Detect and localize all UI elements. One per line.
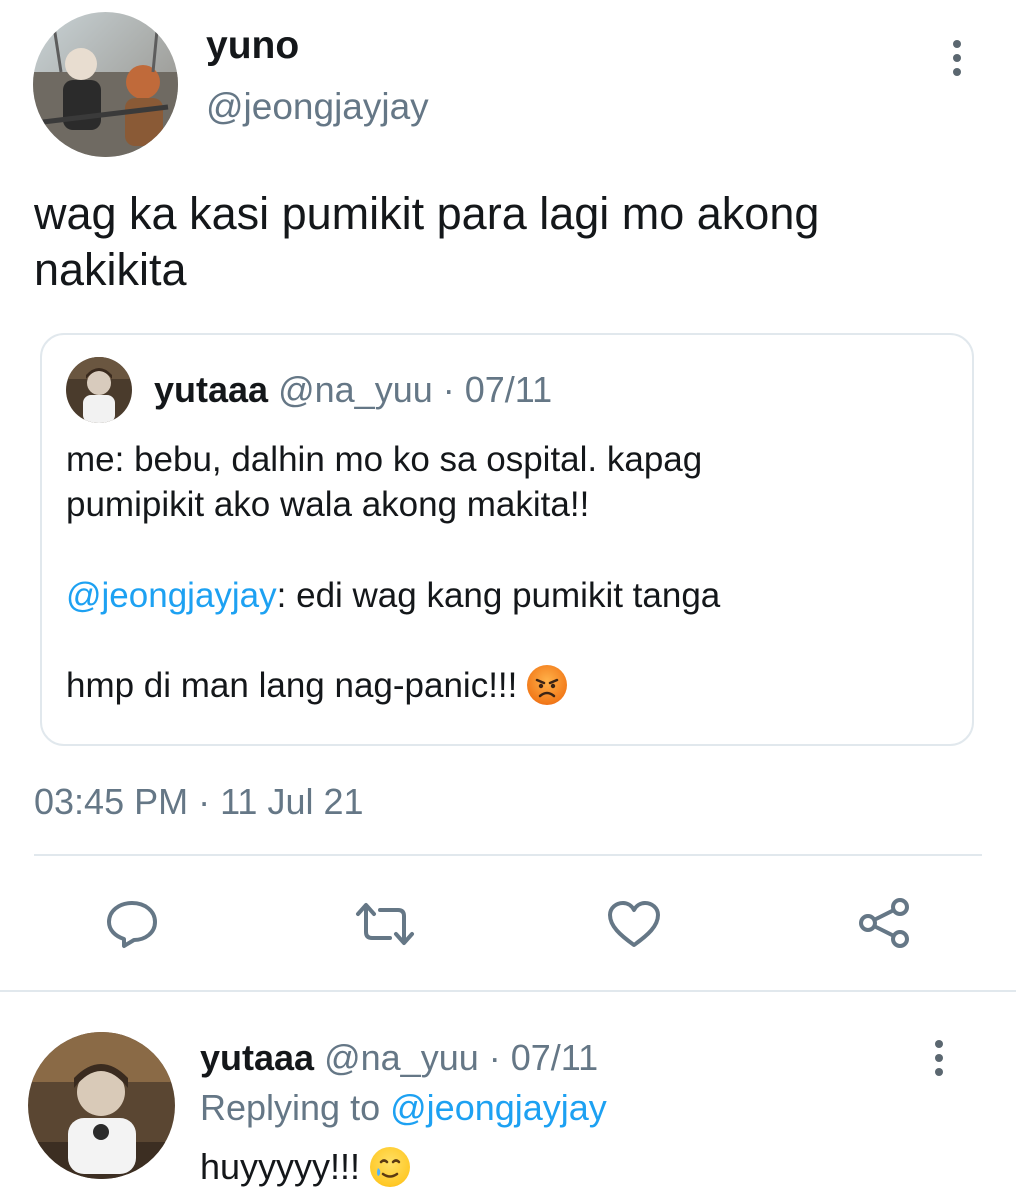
reply-header: yutaaa @na_yuu · 07/11 — [200, 1036, 598, 1080]
replying-to-label: Replying to — [200, 1087, 381, 1128]
sad-relieved-face-icon — [370, 1147, 411, 1187]
quoted-mention-link[interactable]: @jeongjayjay — [66, 576, 277, 615]
heart-icon[interactable] — [606, 899, 662, 949]
reply-date: · 07/11 — [488, 1037, 599, 1078]
quoted-mention-line: @jeongjayjay: edi wag kang pumikit tanga — [66, 573, 720, 618]
reply-text-line: huyyyyy!!! — [200, 1145, 411, 1189]
quoted-date: · 07/11 — [442, 369, 553, 410]
display-name[interactable]: yuno — [206, 24, 299, 68]
more-options-icon[interactable] — [947, 40, 967, 76]
share-icon[interactable] — [856, 896, 912, 950]
tweet-text: wag ka kasi pumikit para lagi mo akong n… — [34, 186, 994, 298]
tweet-text-line-2: nakikita — [34, 244, 187, 295]
tweet-text-line-1: wag ka kasi pumikit para lagi mo akong — [34, 188, 820, 239]
reply-handle[interactable]: @na_yuu — [324, 1037, 479, 1078]
quoted-line-1: me: bebu, dalhin mo ko sa ospital. kapag — [66, 440, 703, 479]
angry-face-icon — [527, 665, 568, 705]
reply-more-options-icon[interactable] — [929, 1040, 949, 1076]
quoted-line-4: hmp di man lang nag-panic!!! — [66, 666, 518, 705]
avatar-yutaaa[interactable] — [28, 1032, 175, 1179]
reply-text: huyyyyy!!! — [200, 1146, 361, 1187]
avatar-yutaaa-small[interactable] — [66, 357, 132, 423]
divider-top — [34, 854, 982, 856]
quoted-line-3-rest: : edi wag kang pumikit tanga — [276, 576, 721, 615]
reply-display-name[interactable]: yutaaa — [200, 1037, 314, 1078]
quoted-last-line: hmp di man lang nag-panic!!! — [66, 663, 568, 708]
retweet-icon[interactable] — [354, 900, 416, 948]
tweet-timestamp[interactable]: 03:45 PM · 11 Jul 21 — [34, 780, 364, 824]
quoted-tweet-text: me: bebu, dalhin mo ko sa ospital. kapag… — [66, 437, 956, 527]
quoted-handle[interactable]: @na_yuu — [278, 369, 433, 410]
quoted-line-2: pumipikit ako wala akong makita!! — [66, 485, 590, 524]
avatar-yuno[interactable] — [33, 12, 178, 157]
reply-icon[interactable] — [104, 898, 160, 950]
replying-to-line: Replying to @jeongjayjay — [200, 1086, 607, 1130]
quoted-tweet-header: yutaaa @na_yuu · 07/11 — [154, 368, 552, 412]
divider-bottom — [0, 990, 1016, 992]
quoted-display-name[interactable]: yutaaa — [154, 369, 268, 410]
user-handle[interactable]: @jeongjayjay — [206, 85, 429, 129]
replying-to-handle[interactable]: @jeongjayjay — [390, 1087, 607, 1128]
